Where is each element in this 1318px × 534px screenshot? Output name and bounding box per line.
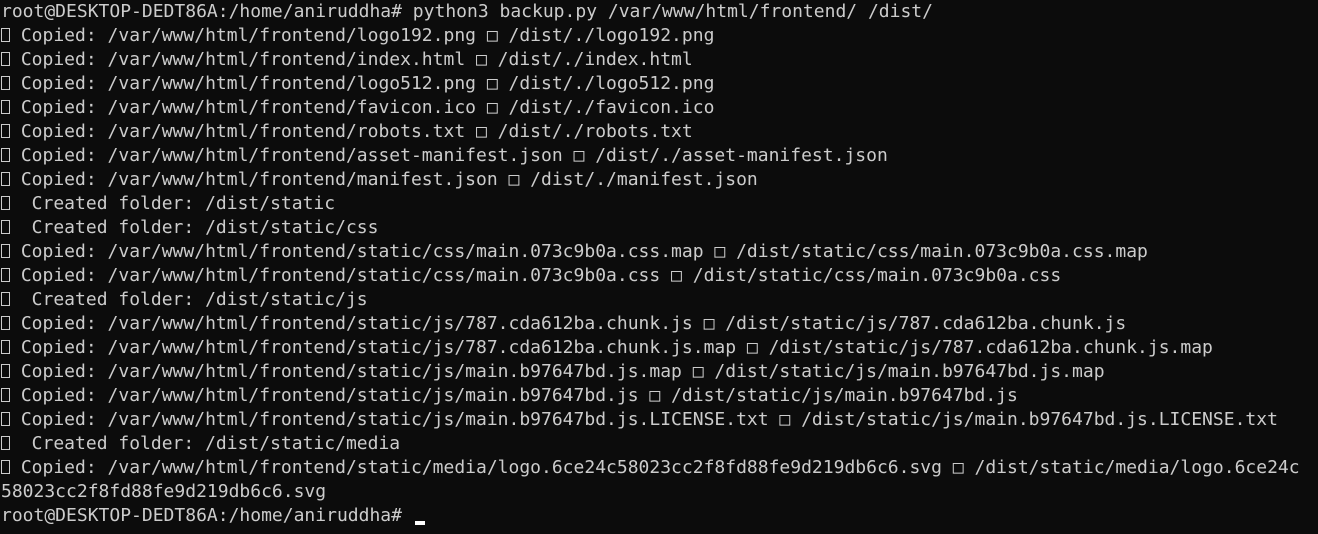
output-line: Copied: /var/www/html/frontend/static/js… xyxy=(0,336,1318,360)
unknown-glyph-icon xyxy=(1,148,10,162)
unknown-glyph-icon xyxy=(1,100,10,114)
command-line: root@DESKTOP-DEDT86A:/home/aniruddha# py… xyxy=(1,1,933,22)
unknown-glyph-icon xyxy=(1,292,10,306)
output-line-text: Copied: /var/www/html/frontend/static/js… xyxy=(10,409,1278,430)
output-line-text: Created folder: /dist/static/css xyxy=(10,217,379,238)
output-line: Copied: /var/www/html/frontend/static/cs… xyxy=(0,240,1318,264)
text-cursor xyxy=(414,521,425,525)
output-line-text: Copied: /var/www/html/frontend/favicon.i… xyxy=(10,97,715,118)
output-line-text: Copied: /var/www/html/frontend/static/cs… xyxy=(10,265,1062,286)
unknown-glyph-icon xyxy=(1,460,10,474)
output-line: Created folder: /dist/static/js xyxy=(0,288,1318,312)
output-line-text: Copied: /var/www/html/frontend/static/me… xyxy=(10,457,1300,478)
output-line-text: Copied: /var/www/html/frontend/static/js… xyxy=(10,313,1127,334)
output-line-text: 58023cc2f8fd88fe9d219db6c6.svg xyxy=(1,481,327,502)
unknown-glyph-icon xyxy=(1,244,10,258)
unknown-glyph-icon xyxy=(1,316,10,330)
output-line-text: Copied: /var/www/html/frontend/static/cs… xyxy=(10,241,1148,262)
unknown-glyph-icon xyxy=(1,412,10,426)
output-line: Copied: /var/www/html/frontend/asset-man… xyxy=(0,144,1318,168)
output-line-text: Copied: /var/www/html/frontend/static/js… xyxy=(10,385,1018,406)
output-line: Created folder: /dist/static/media xyxy=(0,432,1318,456)
terminal-output: Copied: /var/www/html/frontend/logo192.p… xyxy=(0,24,1318,504)
terminal-window[interactable]: root@DESKTOP-DEDT86A:/home/aniruddha# py… xyxy=(0,0,1318,534)
output-line: Copied: /var/www/html/frontend/manifest.… xyxy=(0,168,1318,192)
output-line: Copied: /var/www/html/frontend/static/js… xyxy=(0,384,1318,408)
output-line-text: Copied: /var/www/html/frontend/asset-man… xyxy=(10,145,888,166)
output-line: Copied: /var/www/html/frontend/static/me… xyxy=(0,456,1318,480)
unknown-glyph-icon xyxy=(1,76,10,90)
output-line-text: Created folder: /dist/static/media xyxy=(10,433,401,454)
unknown-glyph-icon xyxy=(1,268,10,282)
output-line: Copied: /var/www/html/frontend/favicon.i… xyxy=(0,96,1318,120)
output-line-text: Copied: /var/www/html/frontend/static/js… xyxy=(10,361,1105,382)
output-line: Copied: /var/www/html/frontend/logo192.p… xyxy=(0,24,1318,48)
prompt-text: root@DESKTOP-DEDT86A:/home/aniruddha# xyxy=(1,505,413,526)
output-line: Copied: /var/www/html/frontend/static/js… xyxy=(0,360,1318,384)
unknown-glyph-icon xyxy=(1,436,10,450)
unknown-glyph-icon xyxy=(1,196,10,210)
unknown-glyph-icon xyxy=(1,220,10,234)
output-line-text: Copied: /var/www/html/frontend/robots.tx… xyxy=(10,121,693,142)
unknown-glyph-icon xyxy=(1,364,10,378)
output-line: 58023cc2f8fd88fe9d219db6c6.svg xyxy=(0,480,1318,504)
output-line-text: Copied: /var/www/html/frontend/logo512.p… xyxy=(10,73,715,94)
unknown-glyph-icon xyxy=(1,52,10,66)
output-line-text: Copied: /var/www/html/frontend/index.htm… xyxy=(10,49,693,70)
output-line: Copied: /var/www/html/frontend/static/js… xyxy=(0,408,1318,432)
output-line: Copied: /var/www/html/frontend/static/cs… xyxy=(0,264,1318,288)
output-line: Created folder: /dist/static xyxy=(0,192,1318,216)
output-line-text: Copied: /var/www/html/frontend/logo192.p… xyxy=(10,25,715,46)
output-line: Copied: /var/www/html/frontend/robots.tx… xyxy=(0,120,1318,144)
unknown-glyph-icon xyxy=(1,172,10,186)
output-line-text: Copied: /var/www/html/frontend/manifest.… xyxy=(10,169,758,190)
unknown-glyph-icon xyxy=(1,124,10,138)
unknown-glyph-icon xyxy=(1,388,10,402)
unknown-glyph-icon xyxy=(1,340,10,354)
output-line-text: Copied: /var/www/html/frontend/static/js… xyxy=(10,337,1213,358)
output-line-text: Created folder: /dist/static xyxy=(10,193,336,214)
output-line: Copied: /var/www/html/frontend/static/js… xyxy=(0,312,1318,336)
output-line: Copied: /var/www/html/frontend/index.htm… xyxy=(0,48,1318,72)
active-prompt-line[interactable]: root@DESKTOP-DEDT86A:/home/aniruddha# xyxy=(0,504,1318,528)
unknown-glyph-icon xyxy=(1,28,10,42)
output-line-text: Created folder: /dist/static/js xyxy=(10,289,368,310)
output-line: Copied: /var/www/html/frontend/logo512.p… xyxy=(0,72,1318,96)
output-line: Created folder: /dist/static/css xyxy=(0,216,1318,240)
